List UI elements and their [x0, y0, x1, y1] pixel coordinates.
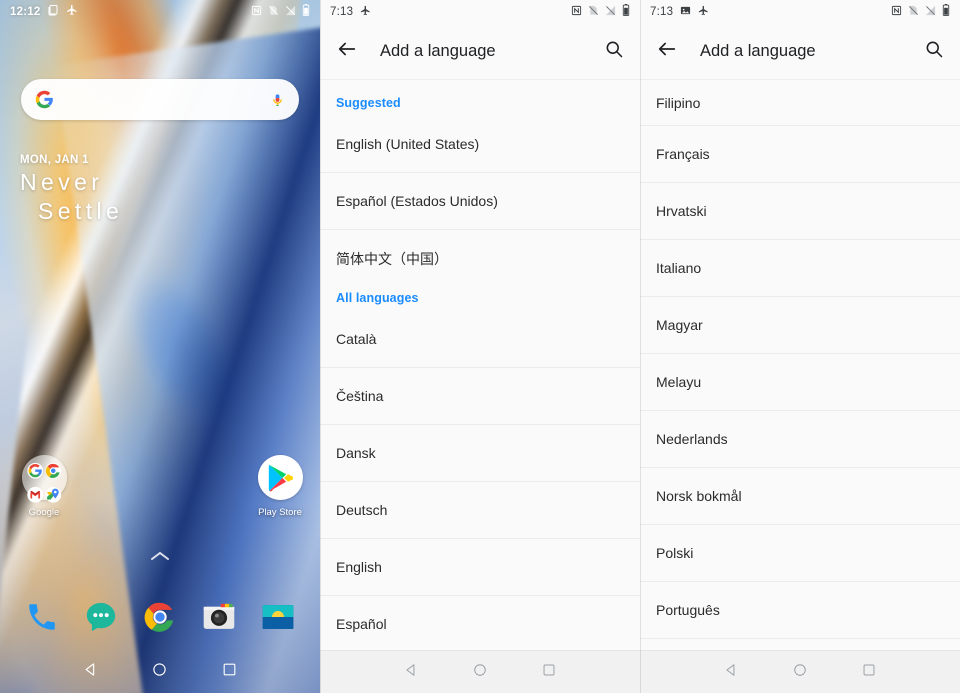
dock-app-gallery[interactable] — [257, 596, 299, 638]
nfc-icon — [571, 3, 582, 21]
folder-preview — [21, 455, 67, 503]
home-icon[interactable] — [793, 663, 807, 682]
google-search-icon — [26, 460, 44, 482]
language-row[interactable]: Español (Estados Unidos) — [320, 173, 640, 230]
language-row[interactable]: Español — [320, 596, 640, 650]
home-icon[interactable] — [152, 662, 167, 682]
section-header-all-languages: All languages — [336, 291, 419, 305]
dock-app-messages[interactable] — [80, 596, 122, 638]
no-sim-icon — [588, 3, 599, 21]
nfc-icon — [251, 3, 262, 21]
no-sim-icon — [268, 3, 279, 21]
language-row[interactable]: Português — [640, 582, 960, 639]
maps-icon — [45, 484, 62, 506]
search-icon[interactable] — [924, 39, 944, 64]
language-list[interactable]: Suggested English (United States) Españo… — [320, 80, 640, 650]
page-title: Add a language — [380, 42, 496, 60]
app-label: Play Store — [258, 507, 302, 518]
language-row[interactable]: Deutsch — [320, 482, 640, 539]
app-icon-play-store[interactable]: Play Store — [244, 455, 316, 518]
navigation-bar — [640, 650, 960, 693]
language-row[interactable]: English — [320, 539, 640, 596]
widget-date: MON, JAN 1 — [20, 154, 89, 166]
dock-app-camera[interactable] — [198, 596, 240, 638]
app-bar: Add a language — [320, 24, 640, 80]
google-g-logo — [35, 90, 54, 109]
chrome-icon — [45, 460, 62, 482]
page-title: Add a language — [700, 42, 816, 60]
chevron-up-icon[interactable] — [150, 548, 170, 566]
language-row[interactable]: Dansk — [320, 425, 640, 482]
screenshot-collage: 12:12 MON, JAN 1 Never Settle Google Pla… — [0, 0, 960, 693]
status-bar-clock: 7:13 — [330, 6, 354, 18]
no-sim-icon — [908, 3, 919, 21]
language-row[interactable]: 简体中文（中国） — [320, 230, 640, 287]
home-screen-panel: 12:12 MON, JAN 1 Never Settle Google Pla… — [0, 0, 320, 693]
airplane-mode-icon — [360, 3, 371, 21]
dock-app-chrome[interactable] — [139, 596, 181, 638]
widget-line-2: Settle — [38, 198, 124, 225]
status-bar-clock: 7:13 — [650, 6, 674, 18]
language-row[interactable]: Català — [320, 311, 640, 368]
home-icon[interactable] — [473, 663, 487, 682]
dock — [0, 584, 320, 650]
add-language-panel-scrolled: 7:13 Add a language Filipino Français Hr… — [640, 0, 960, 693]
airplane-mode-icon — [698, 3, 709, 21]
section-header-suggested: Suggested — [336, 96, 401, 110]
status-bar: 12:12 — [0, 0, 320, 24]
app-icon-google-folder[interactable]: Google — [8, 455, 80, 518]
back-arrow-icon[interactable] — [336, 38, 358, 65]
language-row[interactable]: Norsk bokmål — [640, 468, 960, 525]
language-row[interactable]: Nederlands — [640, 411, 960, 468]
gmail-icon — [26, 484, 44, 506]
navigation-bar — [320, 650, 640, 693]
screenshot-icon — [47, 3, 59, 21]
language-row[interactable]: Hrvatski — [640, 183, 960, 240]
no-signal-icon — [925, 3, 936, 21]
search-icon[interactable] — [604, 39, 624, 64]
no-signal-icon — [605, 3, 616, 21]
language-row[interactable]: Italiano — [640, 240, 960, 297]
language-row[interactable]: Filipino — [640, 80, 960, 126]
status-bar: 7:13 — [320, 0, 640, 24]
back-icon[interactable] — [83, 662, 98, 682]
status-bar-clock: 12:12 — [10, 6, 41, 18]
dock-app-phone[interactable] — [21, 596, 63, 638]
recents-icon[interactable] — [542, 663, 556, 682]
battery-icon — [942, 3, 950, 21]
app-bar: Add a language — [640, 24, 960, 80]
app-label: Google — [28, 507, 60, 518]
back-arrow-icon[interactable] — [656, 38, 678, 65]
airplane-mode-icon — [66, 3, 78, 21]
navigation-bar — [0, 650, 320, 693]
back-icon[interactable] — [404, 663, 418, 682]
add-language-panel-top: 7:13 Add a language Suggested English (U… — [320, 0, 640, 693]
language-list[interactable]: Filipino Français Hrvatski Italiano Magy… — [640, 80, 960, 650]
language-row[interactable]: English (United States) — [320, 116, 640, 173]
never-settle-widget[interactable]: MON, JAN 1 Never Settle — [20, 154, 123, 227]
language-row[interactable]: Melayu — [640, 354, 960, 411]
google-search-widget[interactable] — [21, 79, 299, 120]
nfc-icon — [891, 3, 902, 21]
no-signal-icon — [285, 3, 296, 21]
screenshot-icon — [680, 3, 691, 21]
recents-icon[interactable] — [862, 663, 876, 682]
widget-line-1: Never — [20, 169, 104, 195]
battery-icon — [302, 3, 310, 21]
language-row[interactable]: Magyar — [640, 297, 960, 354]
recents-icon[interactable] — [222, 662, 237, 682]
language-row[interactable]: Polski — [640, 525, 960, 582]
play-store-icon — [257, 455, 303, 500]
microphone-icon[interactable] — [270, 90, 285, 110]
battery-icon — [622, 3, 630, 21]
back-icon[interactable] — [724, 663, 738, 682]
language-row[interactable]: Čeština — [320, 368, 640, 425]
language-row[interactable]: Français — [640, 126, 960, 183]
status-bar: 7:13 — [640, 0, 960, 24]
